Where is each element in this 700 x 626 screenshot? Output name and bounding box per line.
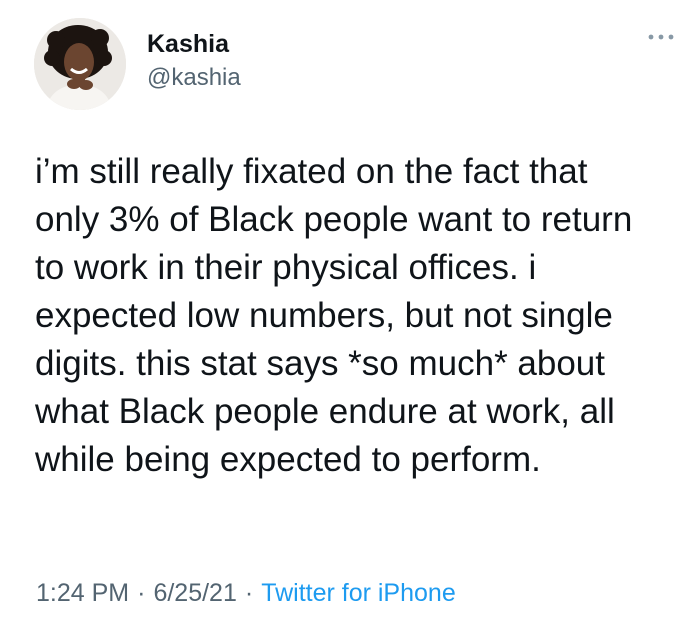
tweet-text-line: i’m still really fixated on the fact tha… [35, 152, 588, 191]
meta-separator: · [244, 579, 254, 607]
tweet-date[interactable]: 6/25/21 [153, 579, 236, 607]
tweet-time[interactable]: 1:24 PM [36, 579, 129, 607]
tweet-text-line: while being expected to perform. [35, 440, 541, 479]
tweet-source-link[interactable]: Twitter for iPhone [261, 579, 456, 607]
user-handle[interactable]: @kashia [147, 64, 241, 92]
avatar[interactable] [34, 18, 126, 110]
tweet-text-line: to work in their physical offices. i [35, 248, 537, 287]
more-options-icon[interactable] [646, 30, 676, 44]
tweet-metadata: 1:24 PM · 6/25/21 · Twitter for iPhone [36, 579, 456, 608]
tweet-card: Kashia @kashia i’m still really fixated … [0, 0, 700, 626]
tweet-text: i’m still really fixated on the fact tha… [35, 148, 685, 484]
profile-photo [34, 18, 126, 110]
meta-separator: · [137, 579, 146, 607]
tweet-text-line: digits. this stat says *so much* about [35, 344, 605, 383]
tweet-text-line: expected low numbers, but not single [35, 296, 613, 335]
tweet-text-line: only 3% of Black people want to return [35, 200, 633, 239]
tweet-text-line: what Black people endure at work, all [35, 392, 615, 431]
display-name[interactable]: Kashia [147, 30, 229, 59]
